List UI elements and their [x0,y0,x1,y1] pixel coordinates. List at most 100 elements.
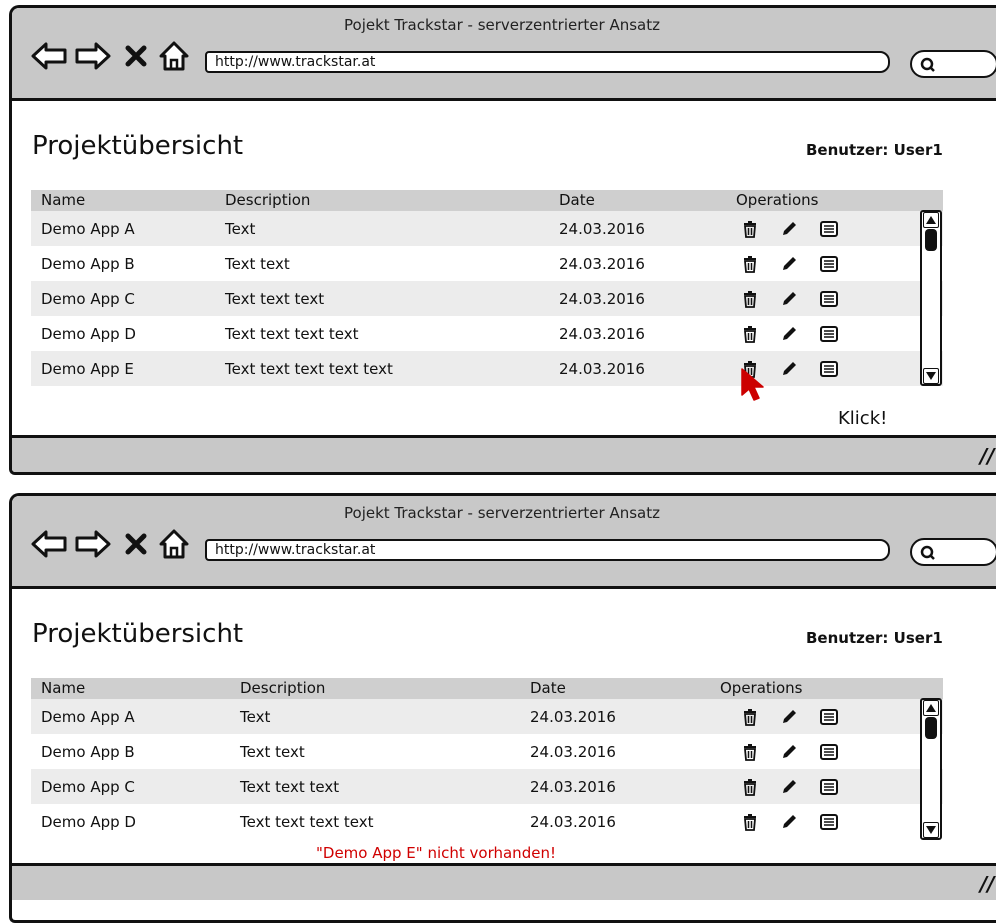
browser-window-before: Pojekt Trackstar - serverzentrierter Ans… [9,5,996,475]
cell-date: 24.03.2016 [559,324,645,343]
row-operations [742,743,838,761]
details-list-icon[interactable] [820,220,838,237]
scroll-up-button[interactable] [923,700,939,716]
home-icon[interactable] [158,528,190,564]
back-arrow-icon[interactable] [30,529,68,563]
stop-x-icon[interactable] [125,45,147,71]
column-header-name: Name [41,191,86,209]
details-list-icon[interactable] [820,708,838,725]
trash-icon[interactable] [742,708,758,726]
cell-date: 24.03.2016 [559,359,645,378]
click-annotation: Klick! [838,408,888,429]
table-row: Demo App D Text text text text 24.03.201… [31,316,943,351]
cell-name: Demo App E [41,359,134,378]
cell-description: Text text text [240,777,340,796]
search-box[interactable] [910,50,996,78]
details-list-icon[interactable] [820,360,838,377]
browser-window-after: Pojekt Trackstar - serverzentrierter Ans… [9,493,996,923]
trash-icon[interactable] [742,255,758,273]
table-row: Demo App B Text text 24.03.2016 [31,246,943,281]
back-arrow-icon[interactable] [30,41,68,75]
details-list-icon[interactable] [820,290,838,307]
details-list-icon[interactable] [820,325,838,342]
cell-name: Demo App A [41,219,135,238]
pencil-icon[interactable] [780,743,798,761]
pencil-icon[interactable] [780,778,798,796]
column-header-description: Description [240,679,326,697]
table-row: Demo App E Text text text text text 24.0… [31,351,943,386]
page-content: Projektübersicht Benutzer: User1 Name De… [12,589,996,880]
project-table: Name Description Date Operations Demo Ap… [31,678,943,840]
error-message: "Demo App E" nicht vorhanden! [316,844,556,862]
cell-description: Text [225,219,256,238]
status-bar: // [12,435,996,472]
table-header: Name Description Date Operations [31,190,943,211]
cell-date: 24.03.2016 [530,812,616,831]
scroll-thumb[interactable] [925,229,937,251]
details-list-icon[interactable] [820,813,838,830]
pencil-icon[interactable] [780,360,798,378]
status-bar: // [12,863,996,900]
mouse-pointer-icon [741,368,764,401]
scroll-thumb[interactable] [925,717,937,739]
project-table: Name Description Date Operations Demo Ap… [31,190,943,386]
forward-arrow-icon[interactable] [74,41,112,75]
pencil-icon[interactable] [780,813,798,831]
stop-x-icon[interactable] [125,533,147,559]
column-header-name: Name [41,679,86,697]
browser-toolbar: Pojekt Trackstar - serverzentrierter Ans… [12,496,996,589]
row-operations [742,813,838,831]
table-row: Demo App C Text text text 24.03.2016 [31,769,943,804]
trash-icon[interactable] [742,778,758,796]
table-row: Demo App A Text 24.03.2016 [31,699,943,734]
details-list-icon[interactable] [820,743,838,760]
row-operations [742,220,838,238]
scroll-up-arrow-icon [926,704,936,712]
cell-description: Text text text text text [225,359,393,378]
scroll-up-button[interactable] [923,212,939,228]
cell-date: 24.03.2016 [559,254,645,273]
pencil-icon[interactable] [780,255,798,273]
column-header-date: Date [559,191,595,209]
table-scrollbar[interactable] [920,210,942,386]
cell-description: Text text [240,742,305,761]
scroll-down-button[interactable] [923,822,939,838]
table-scrollbar[interactable] [920,698,942,840]
trash-icon[interactable] [742,290,758,308]
trash-icon[interactable] [742,220,758,238]
url-input[interactable]: http://www.trackstar.at [205,539,890,561]
row-operations [742,290,838,308]
column-header-date: Date [530,679,566,697]
column-header-operations: Operations [720,679,803,697]
trash-icon[interactable] [742,743,758,761]
details-list-icon[interactable] [820,778,838,795]
column-header-description: Description [225,191,311,209]
row-operations [742,325,838,343]
search-box[interactable] [910,538,996,566]
search-icon [920,57,935,72]
pencil-icon[interactable] [780,220,798,238]
cell-name: Demo App B [41,742,135,761]
pencil-icon[interactable] [780,708,798,726]
page-content: Projektübersicht Benutzer: User1 Name De… [12,101,996,432]
cell-name: Demo App D [41,812,136,831]
pencil-icon[interactable] [780,325,798,343]
window-title: Pojekt Trackstar - serverzentrierter Ans… [344,16,660,34]
details-list-icon[interactable] [820,255,838,272]
resize-grip-icon[interactable]: // [980,444,995,468]
url-input[interactable]: http://www.trackstar.at [205,51,890,73]
trash-icon[interactable] [742,813,758,831]
column-header-operations: Operations [736,191,819,209]
pencil-icon[interactable] [780,290,798,308]
user-label: Benutzer: User1 [806,629,943,647]
forward-arrow-icon[interactable] [74,529,112,563]
cell-description: Text text text [225,289,325,308]
scroll-down-arrow-icon [926,372,936,380]
home-icon[interactable] [158,40,190,76]
trash-icon[interactable] [742,325,758,343]
table-row: Demo App A Text 24.03.2016 [31,211,943,246]
page-title: Projektübersicht [32,131,244,161]
table-header: Name Description Date Operations [31,678,943,699]
scroll-down-button[interactable] [923,368,939,384]
resize-grip-icon[interactable]: // [980,872,995,896]
